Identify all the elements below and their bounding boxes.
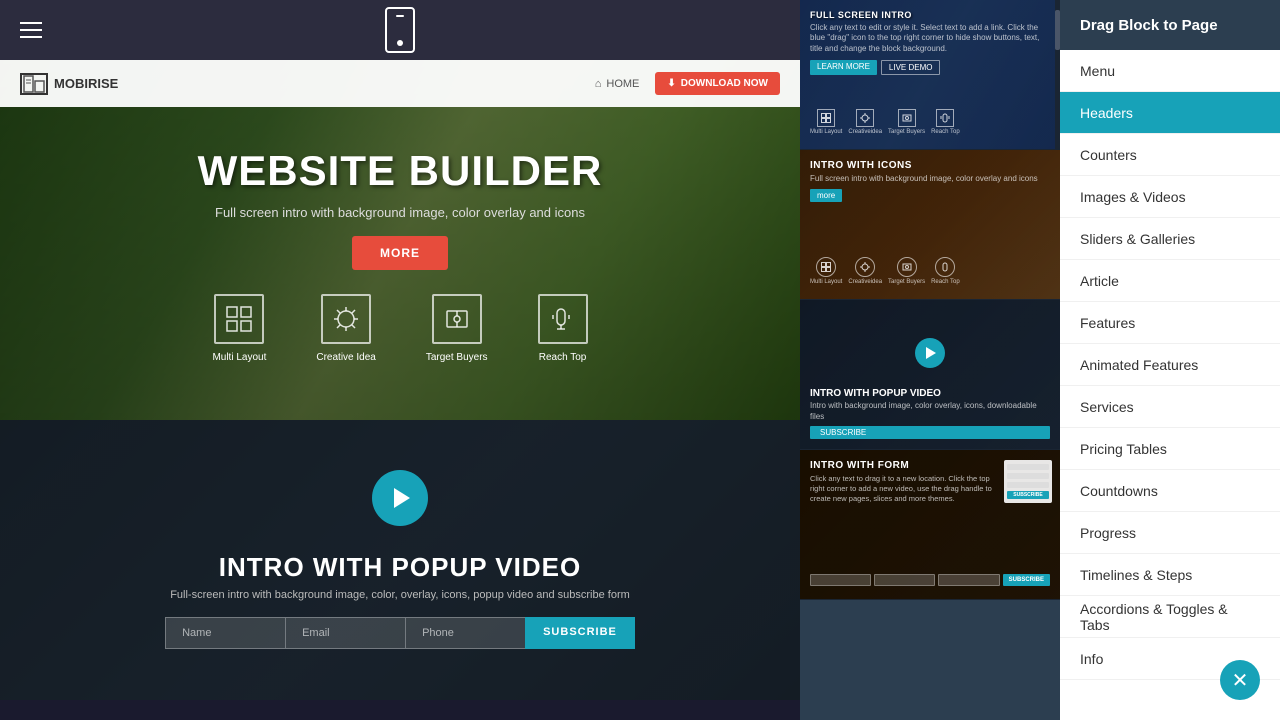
sidebar-item-services[interactable]: Services xyxy=(1060,386,1280,428)
sidebar-item-menu[interactable]: Menu xyxy=(1060,50,1280,92)
subscribe-form: SUBSCRIBE xyxy=(165,617,635,649)
sidebar-item-accordions-toggles-tabs[interactable]: Accordions & Toggles & Tabs xyxy=(1060,596,1280,638)
sidebar-item-progress[interactable]: Progress xyxy=(1060,512,1280,554)
hero-icon-reach: Reach Top xyxy=(538,294,588,363)
hero-icons: Multi Layout xyxy=(212,294,587,363)
hero-section: MOBIRISE ⌂ HOME ⬇ DOWNLOAD NOW WEBSITE B… xyxy=(0,60,800,420)
hero-nav-right: ⌂ HOME ⬇ DOWNLOAD NOW xyxy=(595,72,780,95)
thumb3-subscribe-btn[interactable]: SUBSCRIBE xyxy=(810,426,1050,439)
hero-icon-target: Target Buyers xyxy=(426,294,488,363)
sidebar-item-features[interactable]: Features xyxy=(1060,302,1280,344)
preview-content: MOBIRISE ⌂ HOME ⬇ DOWNLOAD NOW WEBSITE B… xyxy=(0,60,800,720)
hero-cta-btn[interactable]: MORE xyxy=(352,236,448,270)
sidebar-item-article[interactable]: Article xyxy=(1060,260,1280,302)
close-fab-button[interactable]: ✕ xyxy=(1220,660,1260,700)
logo-icon xyxy=(20,73,48,95)
sidebar-item-headers[interactable]: Headers xyxy=(1060,92,1280,134)
sidebar-item-counters[interactable]: Counters xyxy=(1060,134,1280,176)
sidebar-item-sliders-galleries[interactable]: Sliders & Galleries xyxy=(1060,218,1280,260)
preview-toolbar xyxy=(0,0,800,60)
thumbnails-column: FULL SCREEN INTRO Click any text to edit… xyxy=(800,0,1060,720)
thumbnail-intro-icons[interactable]: INTRO WITH ICONS Full screen intro with … xyxy=(800,150,1060,300)
nav-header-title: Drag Block to Page xyxy=(1080,17,1218,34)
name-input[interactable] xyxy=(165,617,285,649)
sidebar-item-pricing-tables[interactable]: Pricing Tables xyxy=(1060,428,1280,470)
right-panel: FULL SCREEN INTRO Click any text to edit… xyxy=(800,0,1280,720)
nav-download-btn[interactable]: ⬇ DOWNLOAD NOW xyxy=(655,72,780,95)
hero-navbar: MOBIRISE ⌂ HOME ⬇ DOWNLOAD NOW xyxy=(0,60,800,107)
hero-title: WEBSITE BUILDER xyxy=(198,147,603,195)
sidebar-item-timelines-steps[interactable]: Timelines & Steps xyxy=(1060,554,1280,596)
close-icon: ✕ xyxy=(1232,668,1249,693)
video-section-subtitle: Full-screen intro with background image,… xyxy=(170,589,630,601)
hero-logo: MOBIRISE xyxy=(20,73,118,95)
video-section: INTRO WITH POPUP VIDEO Full-screen intro… xyxy=(0,420,800,700)
hero-icon-creative: Creative Idea xyxy=(316,294,375,363)
nav-home: ⌂ HOME xyxy=(595,78,640,90)
phone-input[interactable] xyxy=(405,617,525,649)
sidebar-item-images-videos[interactable]: Images & Videos xyxy=(1060,176,1280,218)
nav-sidebar: Drag Block to Page Menu Headers Counters… xyxy=(1060,0,1280,720)
hero-icon-multi-layout: Multi Layout xyxy=(212,294,266,363)
thumbnail-intro-form[interactable]: INTRO WITH FORM Click any text to drag i… xyxy=(800,450,1060,600)
thumbnail-full-screen-intro[interactable]: FULL SCREEN INTRO Click any text to edit… xyxy=(800,0,1060,150)
subscribe-button[interactable]: SUBSCRIBE xyxy=(525,617,635,649)
video-section-title: INTRO WITH POPUP VIDEO xyxy=(219,552,581,583)
scroll-indicator-1 xyxy=(1055,0,1060,149)
mobile-preview-icon[interactable] xyxy=(385,7,415,53)
email-input[interactable] xyxy=(285,617,405,649)
preview-area: MOBIRISE ⌂ HOME ⬇ DOWNLOAD NOW WEBSITE B… xyxy=(0,0,800,720)
video-play-button[interactable] xyxy=(372,470,428,526)
logo-text: MOBIRISE xyxy=(54,76,118,91)
thumb3-title: INTRO WITH POPUP VIDEO xyxy=(810,388,1050,399)
thumb3-desc: Intro with background image, color overl… xyxy=(810,401,1050,422)
sidebar-item-animated-features[interactable]: Animated Features xyxy=(1060,344,1280,386)
nav-header: Drag Block to Page xyxy=(1060,0,1280,50)
thumbnail-popup-video[interactable]: INTRO WITH POPUP VIDEO Intro with backgr… xyxy=(800,300,1060,450)
hero-subtitle: Full screen intro with background image,… xyxy=(215,205,585,220)
sidebar-item-countdowns[interactable]: Countdowns xyxy=(1060,470,1280,512)
hamburger-icon[interactable] xyxy=(20,22,42,38)
